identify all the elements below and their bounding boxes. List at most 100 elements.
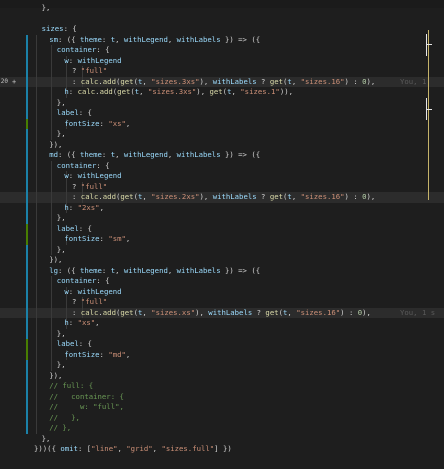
git-modified-marker[interactable] bbox=[26, 244, 28, 255]
code-line[interactable]: w: withLegend bbox=[0, 171, 444, 182]
code-line[interactable]: lg: ({ theme: t, withLegend, withLabels … bbox=[0, 265, 444, 277]
code-line[interactable]: }, bbox=[0, 434, 444, 445]
git-modified-marker[interactable] bbox=[26, 360, 28, 371]
git-modified-marker[interactable] bbox=[26, 402, 28, 413]
code-text[interactable]: h: "xs", bbox=[64, 318, 99, 329]
git-modified-marker[interactable] bbox=[26, 412, 28, 423]
code-text[interactable]: }, bbox=[57, 360, 66, 371]
git-modified-marker[interactable] bbox=[26, 181, 28, 192]
code-line[interactable]: md: ({ theme: t, withLegend, withLabels … bbox=[0, 150, 444, 161]
code-text[interactable]: label: { bbox=[57, 339, 92, 350]
code-line[interactable]: ? "full" bbox=[0, 181, 444, 193]
git-modified-marker[interactable] bbox=[26, 381, 28, 392]
git-modified-marker[interactable] bbox=[26, 139, 28, 150]
code-text[interactable]: }, bbox=[42, 3, 51, 14]
git-added-marker[interactable] bbox=[26, 234, 28, 245]
code-text[interactable]: // }, bbox=[49, 423, 71, 434]
code-text[interactable]: }, bbox=[57, 129, 66, 140]
code-line[interactable]: }, bbox=[0, 328, 444, 340]
git-added-marker[interactable] bbox=[26, 349, 28, 360]
git-modified-marker[interactable] bbox=[26, 97, 28, 108]
git-modified-marker[interactable] bbox=[26, 423, 28, 434]
code-line[interactable]: // w: "full", bbox=[0, 402, 444, 413]
code-line[interactable]: container: { bbox=[0, 45, 444, 56]
code-text[interactable]: }, bbox=[57, 98, 66, 109]
code-text[interactable]: }, bbox=[42, 434, 51, 445]
code-line[interactable]: sm: ({ theme: t, withLegend, withLabels … bbox=[0, 34, 444, 45]
git-modified-marker[interactable] bbox=[26, 108, 28, 119]
git-modified-marker[interactable] bbox=[26, 45, 28, 56]
code-text[interactable]: w: withLegend bbox=[64, 56, 121, 67]
git-modified-marker[interactable] bbox=[26, 213, 28, 224]
git-modified-marker[interactable] bbox=[26, 297, 28, 308]
code-line[interactable]: label: { bbox=[0, 108, 444, 119]
git-added-marker[interactable] bbox=[26, 339, 28, 350]
code-line[interactable]: label: { bbox=[0, 339, 444, 350]
code-text[interactable]: }))({ omit: ["line", "grid", "sizes.full… bbox=[34, 444, 232, 455]
code-editor[interactable]: }, sizes: {sm: ({ theme: t, withLegend, w… bbox=[0, 0, 444, 469]
code-line[interactable]: }, bbox=[0, 129, 444, 140]
code-text[interactable]: label: { bbox=[57, 108, 92, 119]
code-text[interactable]: ? "full" bbox=[72, 182, 107, 193]
git-modified-marker[interactable] bbox=[26, 286, 28, 297]
git-modified-marker[interactable] bbox=[26, 76, 28, 87]
code-line[interactable]: ? "full" bbox=[0, 297, 444, 308]
git-modified-marker[interactable] bbox=[26, 160, 28, 171]
code-text[interactable]: sizes: { bbox=[42, 24, 77, 35]
code-text[interactable]: w: withLegend bbox=[64, 171, 121, 182]
code-line[interactable]: ? "full" bbox=[0, 66, 444, 77]
git-modified-marker[interactable] bbox=[26, 192, 28, 203]
code-text[interactable]: }), bbox=[49, 255, 62, 266]
code-line[interactable]: }, bbox=[0, 97, 444, 109]
code-text[interactable]: }, bbox=[57, 329, 66, 340]
code-line[interactable]: h: "2xs", bbox=[0, 202, 444, 213]
code-text[interactable]: container: { bbox=[57, 161, 110, 172]
code-line[interactable]: }, bbox=[0, 3, 444, 14]
code-text[interactable]: : calc.add(get(t, "sizes.2xs"), withLabe… bbox=[72, 192, 375, 203]
code-text[interactable]: lg: ({ theme: t, withLegend, withLabels … bbox=[49, 266, 260, 277]
code-line[interactable]: // container: { bbox=[0, 391, 444, 402]
code-line[interactable]: }, bbox=[0, 213, 444, 224]
git-modified-marker[interactable] bbox=[26, 129, 28, 140]
git-modified-marker[interactable] bbox=[26, 66, 28, 77]
code-line[interactable]: fontSize: "xs", bbox=[0, 118, 444, 129]
code-text[interactable]: ? "full" bbox=[72, 66, 107, 77]
code-line[interactable]: h: calc.add(get(t, "sizes.3xs"), get(t, … bbox=[0, 87, 444, 98]
code-text[interactable]: h: calc.add(get(t, "sizes.3xs"), get(t, … bbox=[64, 87, 293, 98]
code-line[interactable]: // full: { bbox=[0, 381, 444, 392]
git-modified-marker[interactable] bbox=[26, 391, 28, 402]
code-text[interactable]: container: { bbox=[57, 45, 110, 56]
git-modified-marker[interactable] bbox=[26, 307, 28, 318]
code-text[interactable]: }, bbox=[57, 245, 66, 256]
code-text[interactable]: }), bbox=[49, 140, 62, 151]
code-text[interactable]: // }, bbox=[49, 413, 80, 424]
code-text[interactable]: }), bbox=[49, 371, 62, 382]
code-line[interactable]: }), bbox=[0, 370, 444, 382]
git-modified-marker[interactable] bbox=[26, 87, 28, 98]
code-line[interactable]: }))({ omit: ["line", "grid", "sizes.full… bbox=[0, 444, 444, 455]
code-line[interactable]: // }, bbox=[0, 423, 444, 434]
git-modified-marker[interactable] bbox=[26, 34, 28, 45]
code-text[interactable]: ? "full" bbox=[72, 297, 107, 308]
code-text[interactable]: // w: "full", bbox=[49, 402, 124, 413]
git-modified-marker[interactable] bbox=[26, 370, 28, 381]
git-modified-marker[interactable] bbox=[26, 255, 28, 266]
code-line[interactable]: }, bbox=[0, 360, 444, 371]
code-line[interactable]: fontSize: "md", bbox=[0, 349, 444, 361]
git-modified-marker[interactable] bbox=[26, 55, 28, 66]
add-comment-icon[interactable]: + bbox=[12, 77, 16, 88]
code-line[interactable]: label: { bbox=[0, 223, 444, 234]
code-text[interactable]: fontSize: "md", bbox=[64, 350, 130, 361]
code-line[interactable]: fontSize: "sm", bbox=[0, 234, 444, 245]
code-line[interactable]: }), bbox=[0, 139, 444, 151]
code-line[interactable]: }), bbox=[0, 255, 444, 266]
git-modified-marker[interactable] bbox=[26, 171, 28, 182]
code-text[interactable]: fontSize: "sm", bbox=[64, 234, 130, 245]
code-text[interactable]: }, bbox=[57, 213, 66, 224]
code-text[interactable]: md: ({ theme: t, withLegend, withLabels … bbox=[49, 150, 260, 161]
code-line[interactable]: }, bbox=[0, 244, 444, 256]
git-modified-marker[interactable] bbox=[26, 202, 28, 213]
git-modified-marker[interactable] bbox=[26, 265, 28, 276]
code-line[interactable]: sizes: { bbox=[0, 24, 444, 35]
code-line[interactable]: // }, bbox=[0, 412, 444, 424]
